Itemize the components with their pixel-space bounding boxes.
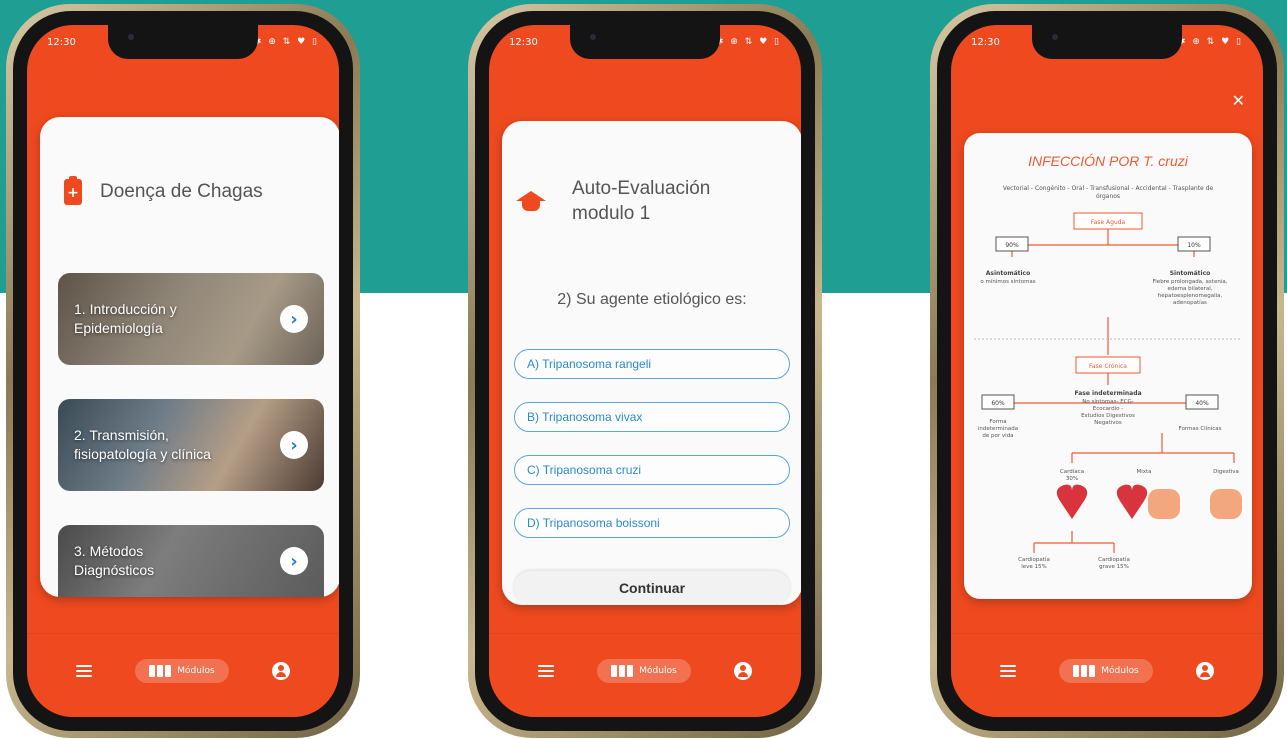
intestine-icon — [1210, 489, 1242, 519]
close-icon[interactable]: ✕ — [1232, 91, 1245, 110]
answer-option-c[interactable]: C) Tripanosoma cruzi — [514, 455, 790, 485]
modules-tab-label: Módulos — [177, 665, 215, 676]
pct-60-label: 60% — [991, 400, 1005, 407]
sintomatico-label: Sintomático — [1170, 270, 1211, 277]
status-time: 12:30 — [509, 36, 538, 48]
quiz-title: Auto-Evaluación modulo 1 — [572, 178, 711, 224]
sintomatico-desc-2: edema bilateral, — [1167, 286, 1212, 292]
sintomatico-desc-3: hepatoesplenomegalia, — [1158, 293, 1223, 299]
module-label: 2. Transmisión, fisiopatología y clínica — [74, 427, 211, 462]
forma-indeterminada-3: de por vida — [982, 433, 1013, 439]
formas-clinicas-label: Formas Clínicas — [1178, 425, 1221, 432]
modules-tab-label: Módulos — [639, 665, 677, 676]
phone-frame-infographic: 12:30 ⏰ ✱ ⊕ ⇅ ♥ ▯ ✕ INFECCIÓN POR T. cru… — [930, 4, 1284, 738]
module-label: 1. Introducción y Epidemiología — [74, 301, 177, 336]
page-title-row: Doença de Chagas — [64, 176, 263, 205]
user-icon[interactable] — [1195, 661, 1214, 680]
pct-40-label: 40% — [1195, 400, 1209, 407]
page-title: Doença de Chagas — [100, 181, 263, 202]
cardiaca-label: Cardíaca — [1060, 468, 1084, 475]
menu-icon[interactable] — [538, 664, 555, 677]
module-card-3[interactable]: 3. Métodos Diagnósticos › — [58, 525, 324, 597]
bottom-nav: Módulos — [27, 633, 339, 717]
asintomatico-label: Asintomático — [986, 270, 1030, 277]
forma-indeterminada-2: indeterminada — [978, 426, 1018, 432]
digestiva-label: Digestiva — [1213, 469, 1239, 475]
modules-tab[interactable]: Módulos — [1059, 658, 1153, 683]
indeterminada-desc-4: Negativos — [1094, 420, 1122, 426]
quiz-title-row: Auto-Evaluación modulo 1 — [514, 177, 710, 226]
cardiopatia-leve-2: leve 15% — [1021, 564, 1047, 570]
modules-tab-label: Módulos — [1101, 665, 1139, 676]
screen-quiz: 12:30 ⏰ ✱ ⊕ ⇅ ♥ ▯ Auto-Evaluación modulo… — [489, 25, 801, 717]
notch — [108, 25, 258, 59]
fase-aguda-label: Fase Aguda — [1091, 219, 1126, 226]
indeterminada-desc-2: Ecocardio - — [1093, 406, 1124, 412]
cardiopatia-grave-2: grave 15% — [1099, 564, 1129, 570]
quiz-question: 2) Su agente etiológico es: — [557, 291, 747, 308]
forma-indeterminada-1: Forma — [989, 419, 1006, 425]
user-icon[interactable] — [733, 661, 752, 680]
medical-clipboard-icon — [64, 176, 82, 205]
infographic-card: INFECCIÓN POR T. cruzi Vectorial - Congé… — [964, 133, 1252, 599]
asintomatico-desc: o mínimos síntomas — [980, 278, 1035, 285]
chevron-right-icon[interactable]: › — [280, 547, 308, 575]
screen-modules: 12:30 ⏰ ✱ ⊕ ⇅ ♥ ▯ Doença de Chagas 1. In… — [27, 25, 339, 717]
mixta-label: Mixta — [1136, 469, 1151, 475]
chevron-right-icon[interactable]: › — [280, 305, 308, 333]
phone-frame-quiz: 12:30 ⏰ ✱ ⊕ ⇅ ♥ ▯ Auto-Evaluación modulo… — [468, 4, 822, 738]
user-icon[interactable] — [271, 661, 290, 680]
notch — [1032, 25, 1182, 59]
sintomatico-desc-4: adenopatías — [1173, 299, 1207, 306]
modules-icon — [611, 664, 634, 677]
phone-frame-modules: 12:30 ⏰ ✱ ⊕ ⇅ ♥ ▯ Doença de Chagas 1. In… — [6, 4, 360, 738]
modules-card: Doença de Chagas 1. Introducción y Epide… — [40, 117, 339, 597]
cardiopatia-grave-1: Cardiopatía — [1098, 556, 1130, 563]
modules-icon — [1073, 664, 1096, 677]
infection-flowchart: Fase Aguda 90% 10% Asintomático o mínimo… — [974, 212, 1242, 570]
status-time: 12:30 — [971, 36, 1000, 48]
status-time: 12:30 — [47, 36, 76, 48]
graduation-cap-icon — [514, 191, 548, 213]
quiz-card: Auto-Evaluación modulo 1 2) Su agente et… — [502, 121, 801, 605]
pct-90-label: 90% — [1005, 242, 1019, 249]
pct-10-label: 10% — [1187, 242, 1201, 249]
module-card-1[interactable]: 1. Introducción y Epidemiología › — [58, 273, 324, 365]
chevron-right-icon[interactable]: › — [280, 431, 308, 459]
answer-option-a[interactable]: A) Tripanosoma rangeli — [514, 349, 790, 379]
fase-cronica-label: Fase Crónica — [1089, 363, 1127, 370]
answer-option-d[interactable]: D) Tripanosoma boissoni — [514, 508, 790, 538]
cardiaca-pct: 30% — [1066, 476, 1078, 482]
bottom-nav: Módulos — [951, 633, 1263, 717]
cardiopatia-leve-1: Cardiopatía — [1018, 556, 1050, 563]
modules-tab[interactable]: Módulos — [135, 658, 229, 683]
indeterminada-desc-1: No síntomas- ECG- — [1082, 398, 1134, 405]
menu-icon[interactable] — [76, 664, 93, 677]
fase-indeterminada-label: Fase indeterminada — [1074, 390, 1141, 397]
modules-icon — [149, 664, 172, 677]
sintomatico-desc-1: Fiebre prolongada, astenia, — [1153, 279, 1228, 285]
heart-icon — [1056, 484, 1088, 519]
intestine-icon — [1148, 489, 1180, 519]
answer-option-b[interactable]: B) Tripanosoma vivax — [514, 402, 790, 432]
notch — [570, 25, 720, 59]
module-label: 3. Métodos Diagnósticos — [74, 543, 155, 578]
module-card-2[interactable]: 2. Transmisión, fisiopatología y clínica… — [58, 399, 324, 491]
modules-tab[interactable]: Módulos — [597, 658, 691, 683]
heart-icon — [1116, 484, 1148, 519]
menu-icon[interactable] — [1000, 664, 1017, 677]
bottom-nav: Módulos — [489, 633, 801, 717]
indeterminada-desc-3: Estudios Digestivos — [1081, 413, 1135, 419]
continue-button[interactable]: Continuar — [514, 571, 790, 605]
screen-infographic: 12:30 ⏰ ✱ ⊕ ⇅ ♥ ▯ ✕ INFECCIÓN POR T. cru… — [951, 25, 1263, 717]
